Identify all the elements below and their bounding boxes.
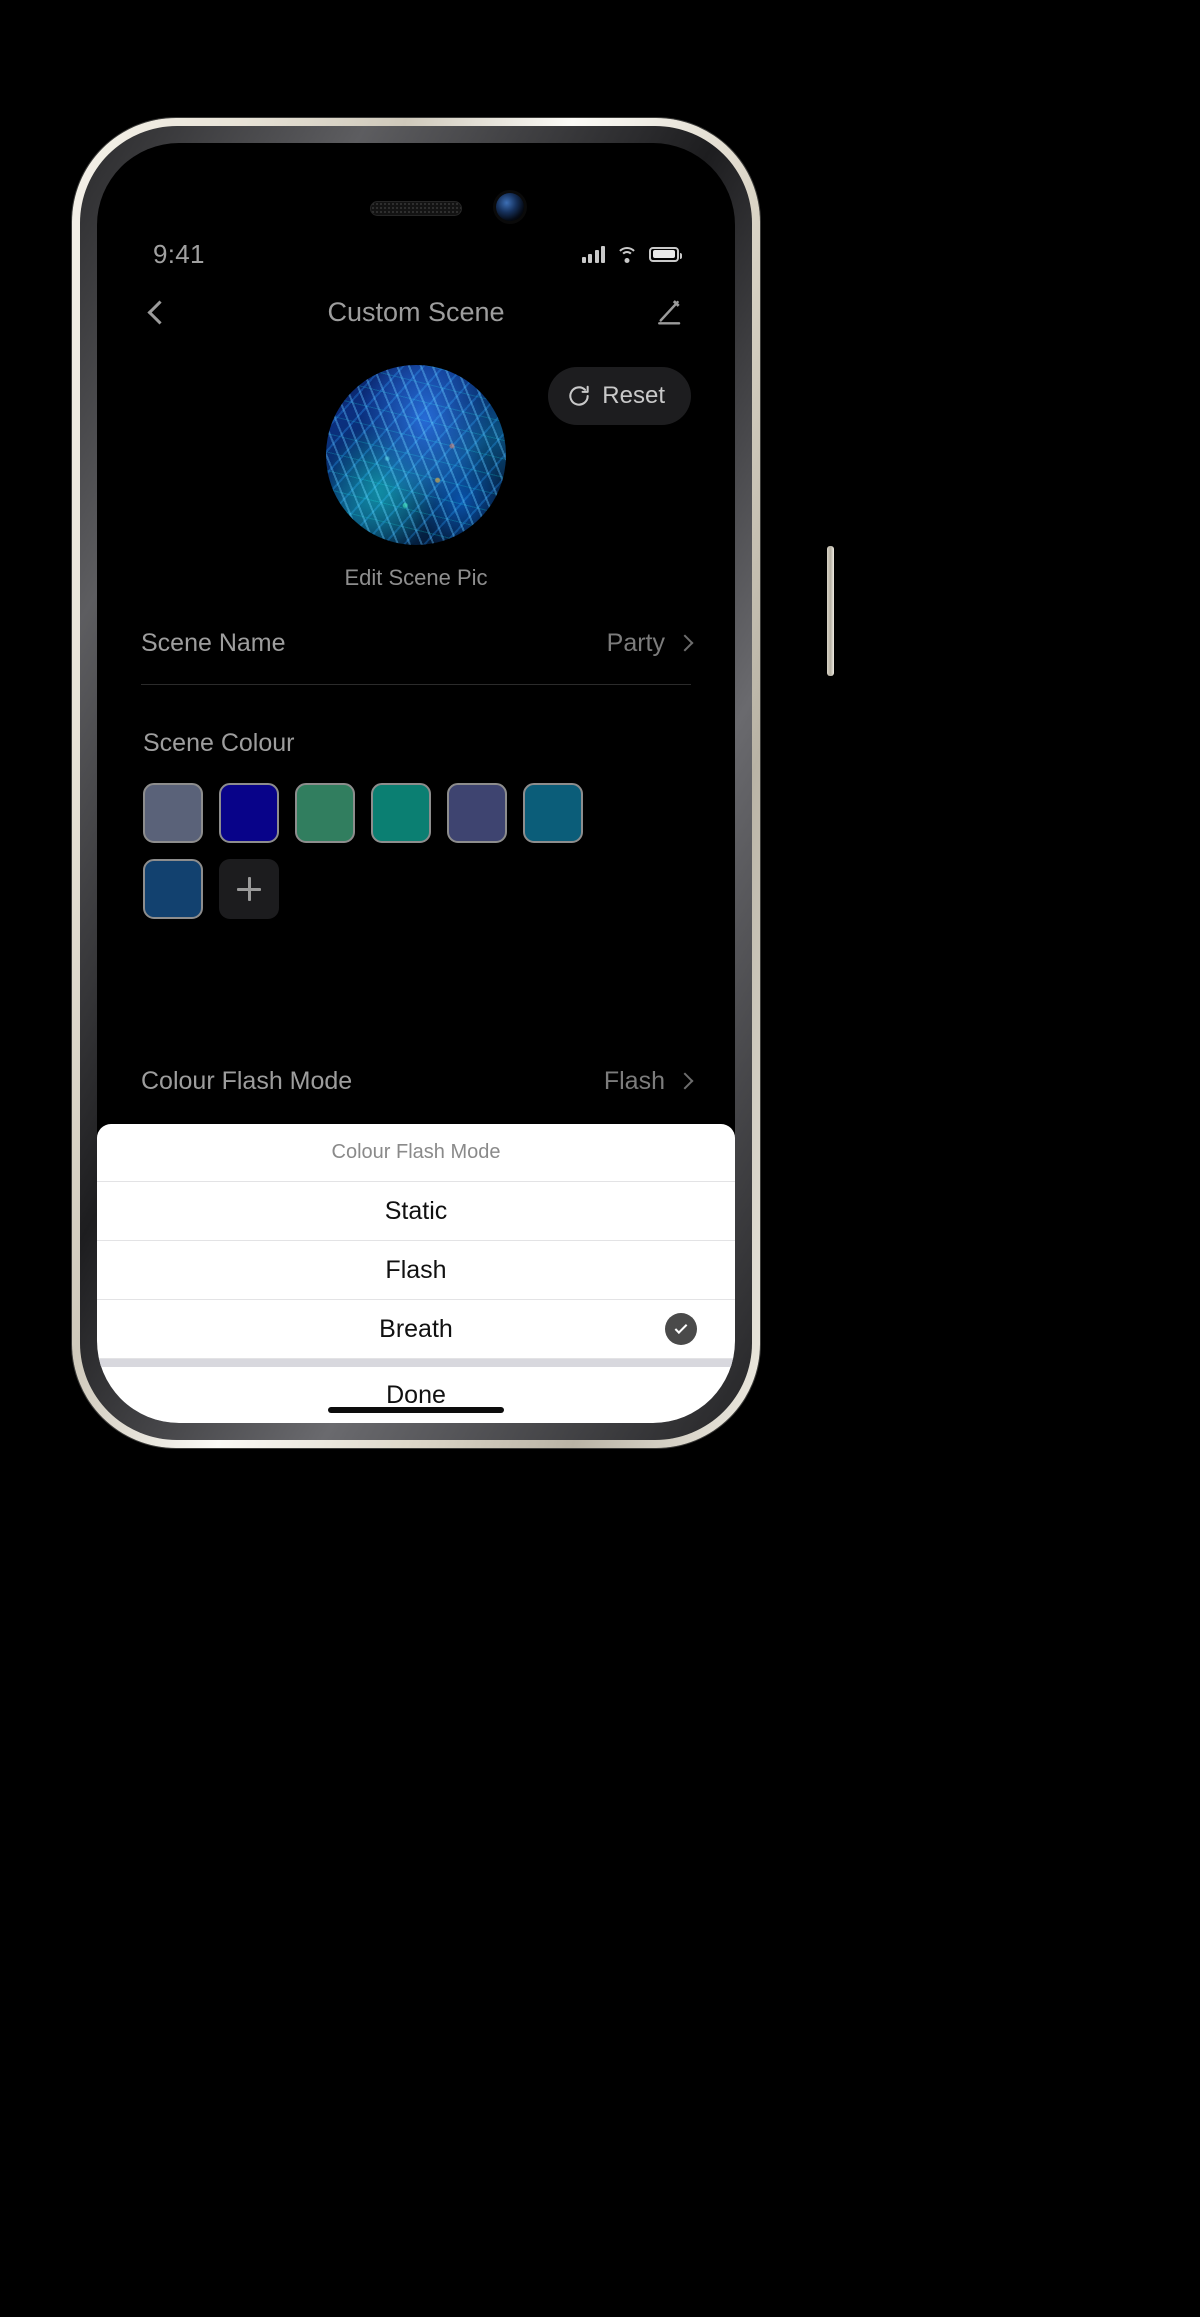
scene-colour-swatch-grid <box>143 783 593 919</box>
action-sheet-title: Colour Flash Mode <box>97 1124 735 1182</box>
colour-flash-mode-value-group: Flash <box>603 1066 694 1096</box>
home-indicator <box>328 1407 504 1413</box>
colour-flash-mode-label: Colour Flash Mode <box>141 1066 353 1095</box>
status-bar-indicators <box>581 245 682 263</box>
colour-swatch[interactable] <box>523 783 583 843</box>
colour-flash-mode-value: Flash <box>603 1066 665 1095</box>
phone-device-frame: 9:41 Custom Scene Reset Edit Scene Pic S… <box>72 118 834 1448</box>
scene-name-divider <box>141 684 691 685</box>
pencil-edit-icon <box>658 300 681 325</box>
screenshot-root: 9:41 Custom Scene Reset Edit Scene Pic S… <box>0 0 1200 2317</box>
power-button[interactable] <box>827 546 834 676</box>
colour-swatch[interactable] <box>447 783 507 843</box>
option-label: Flash <box>385 1255 447 1284</box>
done-button[interactable]: Done <box>97 1367 735 1423</box>
front-camera-icon <box>496 193 524 221</box>
chevron-right-icon <box>676 634 694 652</box>
action-sheet-option-static[interactable]: Static <box>97 1182 735 1241</box>
action-sheet-option-breath[interactable]: Breath <box>97 1300 735 1359</box>
scene-name-value: Party <box>606 628 665 657</box>
scene-picture-section: Edit Scene Pic <box>97 365 735 591</box>
edit-button[interactable] <box>649 289 695 335</box>
scene-picture-label: Edit Scene Pic <box>344 565 488 590</box>
earpiece-speaker-icon <box>370 201 462 216</box>
colour-swatch[interactable] <box>371 783 431 843</box>
action-sheet-option-flash[interactable]: Flash <box>97 1241 735 1300</box>
chevron-right-icon <box>676 1072 694 1090</box>
scene-colour-title: Scene Colour <box>143 729 295 757</box>
option-label: Breath <box>379 1314 453 1343</box>
page-title: Custom Scene <box>327 296 505 327</box>
wifi-icon <box>616 246 638 263</box>
option-label: Static <box>384 1196 448 1225</box>
phone-bezel: 9:41 Custom Scene Reset Edit Scene Pic S… <box>80 126 752 1440</box>
colour-swatch[interactable] <box>143 783 203 843</box>
battery-icon <box>649 246 682 262</box>
phone-screen: 9:41 Custom Scene Reset Edit Scene Pic S… <box>97 143 735 1423</box>
add-colour-button[interactable] <box>219 859 279 919</box>
colour-flash-mode-row[interactable]: Colour Flash Mode Flash <box>141 1043 694 1119</box>
action-sheet-separator <box>97 1359 735 1367</box>
colour-swatch[interactable] <box>295 783 355 843</box>
status-bar-time: 9:41 <box>153 238 205 269</box>
cellular-signal-icon <box>581 245 605 263</box>
colour-swatch[interactable] <box>219 783 279 843</box>
colour-swatch[interactable] <box>143 859 203 919</box>
selected-check-icon <box>665 1313 697 1345</box>
status-bar: 9:41 <box>97 235 735 273</box>
scene-name-value-group: Party <box>606 628 694 658</box>
scene-name-label: Scene Name <box>141 628 286 657</box>
colour-flash-mode-action-sheet: Colour Flash Mode Static Flash Breath Do… <box>97 1124 735 1423</box>
navigation-bar: Custom Scene <box>97 273 735 351</box>
scene-picture-thumbnail[interactable] <box>326 365 506 545</box>
scene-name-row[interactable]: Scene Name Party <box>141 605 694 681</box>
